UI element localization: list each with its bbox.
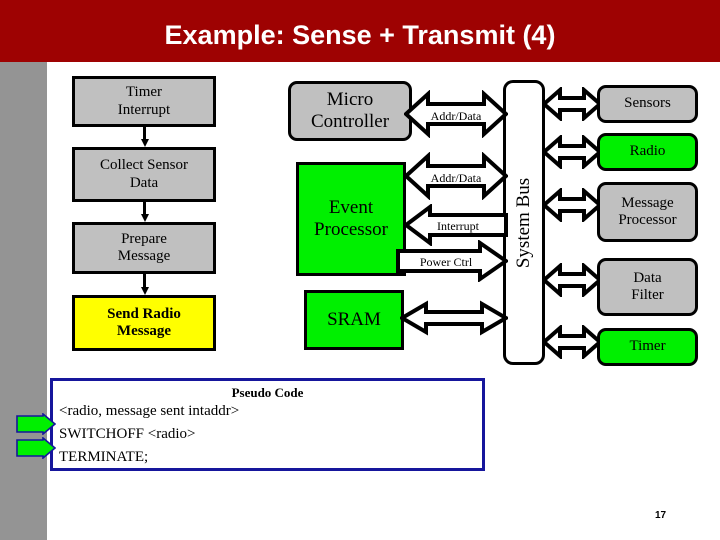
pseudo-code-line-3: TERMINATE; [59, 449, 149, 465]
block-label: SRAM [327, 309, 381, 331]
pseudo-code-title: Pseudo Code [231, 385, 304, 400]
peripheral-label: Message Processor [618, 194, 677, 228]
pseudo-code-marker-arrow-2 [16, 437, 56, 459]
peripheral-sensors[interactable]: Sensors [597, 85, 698, 123]
system-bus-label: System Bus [513, 177, 534, 268]
signal-label-addr-data-2: Addr/Data [430, 171, 482, 185]
slide-page-number: 17 [655, 510, 667, 521]
flow-step-label: Send Radio Message [107, 305, 181, 339]
pseudo-code-marker-arrow-1 [16, 413, 56, 435]
page-title: Example: Sense + Transmit (4) [164, 20, 556, 50]
peripheral-label: Sensors [624, 95, 671, 112]
bus-arrow-timer [542, 325, 602, 359]
signal-label-interrupt: Interrupt [437, 219, 479, 233]
peripheral-radio[interactable]: Radio [597, 133, 698, 171]
bus-arrow-message-processor [542, 188, 602, 222]
block-sram[interactable]: SRAM [304, 290, 404, 350]
flow-step-timer-interrupt[interactable]: Timer Interrupt [72, 76, 216, 127]
flow-step-label: Prepare Message [117, 230, 171, 264]
flow-connector-3 [141, 274, 149, 295]
pseudo-code-line-2: SWITCHOFF <radio> [59, 426, 196, 442]
system-bus[interactable]: System Bus [503, 80, 545, 365]
pseudo-code-panel: Pseudo Code <radio, message sent intaddr… [50, 378, 485, 471]
signal-label-power-ctrl: Power Ctrl [419, 255, 473, 269]
bus-arrow-sensors [542, 87, 602, 121]
flow-step-label: Timer Interrupt [117, 84, 171, 118]
flow-step-label: Collect Sensor Data [100, 157, 188, 191]
block-label: Micro Controller [310, 89, 390, 132]
title-banner: Example: Sense + Transmit (4) [0, 0, 720, 62]
flow-step-prepare-message[interactable]: Prepare Message [72, 222, 216, 274]
signal-arrow-sram-bus [400, 300, 508, 336]
left-sidebar-strip [0, 62, 47, 540]
peripheral-message-processor[interactable]: Message Processor [597, 182, 698, 242]
peripheral-data-filter[interactable]: Data Filter [597, 258, 698, 316]
pseudo-code-line-1: <radio, message sent intaddr> [59, 403, 240, 419]
block-micro-controller[interactable]: Micro Controller [288, 81, 412, 141]
peripheral-timer[interactable]: Timer [597, 328, 698, 366]
block-event-processor[interactable]: Event Processor [296, 162, 406, 276]
signal-label-addr-data-1: Addr/Data [430, 109, 482, 123]
bus-arrow-radio [542, 135, 602, 169]
flow-step-send-radio-message[interactable]: Send Radio Message [72, 295, 216, 351]
block-label: Event Processor [314, 197, 388, 240]
bus-arrow-data-filter [542, 263, 602, 297]
peripheral-label: Timer [629, 338, 666, 355]
peripheral-label: Radio [629, 143, 666, 160]
peripheral-label: Data Filter [631, 269, 664, 303]
flow-step-collect-sensor-data[interactable]: Collect Sensor Data [72, 147, 216, 202]
flow-connector-1 [141, 127, 149, 147]
flow-connector-2 [141, 202, 149, 222]
slide-canvas: Example: Sense + Transmit (4) Timer Inte… [0, 0, 720, 540]
